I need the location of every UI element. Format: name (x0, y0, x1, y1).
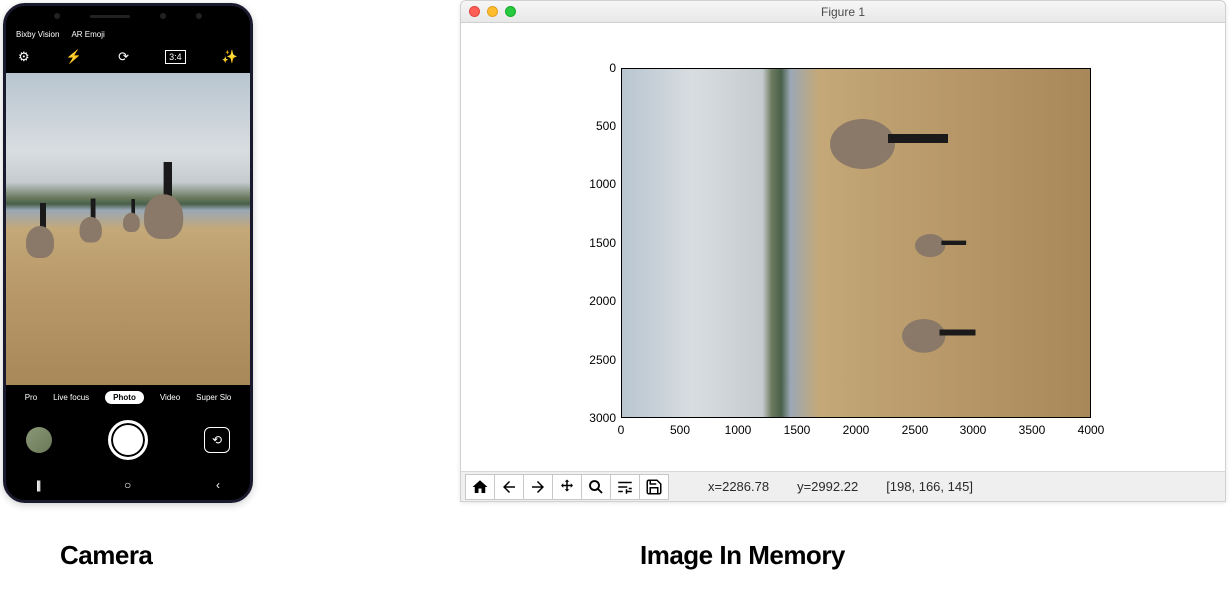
save-icon[interactable] (639, 474, 669, 500)
forward-arrow-icon[interactable] (523, 474, 553, 500)
xtick-label: 4000 (1078, 423, 1105, 437)
xtick-label: 500 (670, 423, 690, 437)
mode-pro[interactable]: Pro (25, 393, 37, 402)
caption-camera: Camera (60, 540, 152, 571)
sensor-icon (54, 13, 60, 19)
android-nav-bar: ||| ○ ‹ (6, 470, 250, 500)
back-arrow-icon[interactable] (494, 474, 524, 500)
sensor-icon (196, 13, 202, 19)
goose-icon (26, 203, 61, 258)
goose-icon (144, 162, 193, 239)
camera-controls-row: ⚙ ⚡ ⟳ 3:4 ✨ (6, 43, 250, 73)
xtick-label: 2500 (902, 423, 929, 437)
gear-icon[interactable]: ⚙ (18, 49, 30, 65)
camera-top-links: Bixby Vision AR Emoji (6, 26, 250, 43)
window-title: Figure 1 (461, 5, 1225, 19)
ytick-label: 1000 (576, 177, 616, 191)
recents-button[interactable]: ||| (36, 478, 39, 492)
mode-super-slo[interactable]: Super Slo (196, 393, 231, 402)
cursor-y: y=2992.22 (797, 479, 858, 494)
goose-icon (830, 79, 915, 279)
shutter-button[interactable] (108, 420, 148, 460)
window-controls (469, 6, 516, 17)
ytick-label: 500 (576, 119, 616, 133)
gallery-thumbnail[interactable] (26, 427, 52, 453)
bixby-link[interactable]: Bixby Vision (16, 30, 59, 39)
phone-notch (6, 6, 250, 26)
matplotlib-toolbar: x=2286.78 y=2992.22 [198, 166, 145] (461, 471, 1225, 501)
filter-icon[interactable]: ✨ (222, 49, 238, 65)
pan-icon[interactable] (552, 474, 582, 500)
ratio-icon[interactable]: 3:4 (165, 50, 186, 64)
phone-mockup: Bixby Vision AR Emoji ⚙ ⚡ ⟳ 3:4 ✨ Pro Li… (3, 3, 253, 503)
sensor-icon (160, 13, 166, 19)
configure-icon[interactable] (610, 474, 640, 500)
xtick-label: 1500 (784, 423, 811, 437)
camera-bottom-bar: ⟲ (6, 410, 250, 470)
goose-icon (80, 199, 108, 243)
mode-video[interactable]: Video (160, 393, 180, 402)
flash-icon[interactable]: ⚡ (66, 49, 82, 65)
goose-icon (123, 199, 144, 232)
mode-photo[interactable]: Photo (105, 391, 144, 404)
ytick-label: 0 (576, 61, 616, 75)
window-titlebar[interactable]: Figure 1 (461, 1, 1225, 23)
camera-viewfinder[interactable] (6, 73, 250, 385)
xtick-label: 3500 (1019, 423, 1046, 437)
speaker-icon (90, 15, 130, 18)
timer-icon[interactable]: ⟳ (118, 49, 129, 65)
ar-emoji-link[interactable]: AR Emoji (71, 30, 104, 39)
minimize-button[interactable] (487, 6, 498, 17)
close-button[interactable] (469, 6, 480, 17)
ytick-label: 1500 (576, 236, 616, 250)
cursor-rgb: [198, 166, 145] (886, 479, 973, 494)
matplotlib-window: Figure 1 0 500 1000 1500 2000 2500 3000 … (460, 0, 1226, 502)
back-button[interactable]: ‹ (216, 478, 220, 492)
xtick-label: 1000 (725, 423, 752, 437)
phone-screen: Bixby Vision AR Emoji ⚙ ⚡ ⟳ 3:4 ✨ Pro Li… (6, 6, 250, 500)
home-button[interactable]: ○ (124, 478, 131, 492)
plot-axes[interactable] (621, 68, 1091, 418)
mode-live-focus[interactable]: Live focus (53, 393, 89, 402)
xtick-label: 3000 (960, 423, 987, 437)
cursor-x: x=2286.78 (708, 479, 769, 494)
plot-area[interactable]: 0 500 1000 1500 2000 2500 3000 0 500 100… (461, 23, 1225, 471)
cursor-readout: x=2286.78 y=2992.22 [198, 166, 145] (708, 479, 973, 494)
maximize-button[interactable] (505, 6, 516, 17)
zoom-icon[interactable] (581, 474, 611, 500)
ytick-label: 2000 (576, 294, 616, 308)
ytick-label: 2500 (576, 353, 616, 367)
xtick-label: 2000 (843, 423, 870, 437)
xtick-label: 0 (618, 423, 625, 437)
switch-camera-button[interactable]: ⟲ (204, 427, 230, 453)
home-icon[interactable] (465, 474, 495, 500)
caption-memory: Image In Memory (640, 540, 845, 571)
camera-mode-selector[interactable]: Pro Live focus Photo Video Super Slo (6, 385, 250, 410)
ytick-label: 3000 (576, 411, 616, 425)
